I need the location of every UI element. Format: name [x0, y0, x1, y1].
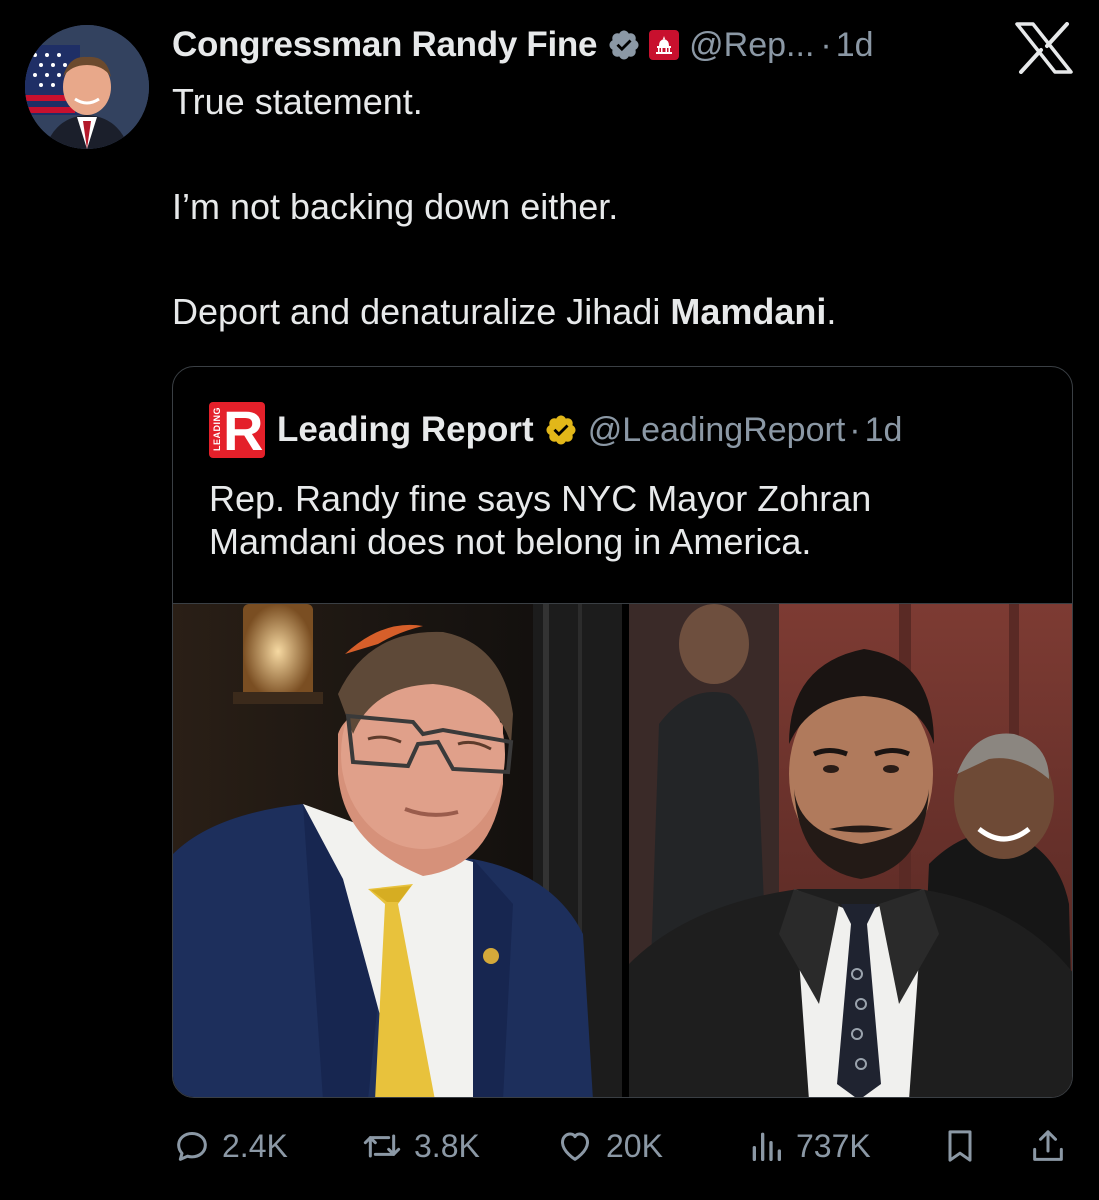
quoted-media-grid	[173, 603, 1072, 1097]
bookmark-button[interactable]	[940, 1118, 990, 1174]
quoted-tweet-card[interactable]: LEADING R Leading Report @LeadingReport …	[172, 366, 1073, 1098]
tweet-timestamp[interactable]: 1d	[836, 26, 874, 65]
meta-separator: ·	[849, 410, 861, 449]
logo-letter: R	[223, 402, 264, 458]
like-icon	[561, 1132, 589, 1161]
tweet-action-bar: 2.4K 3.8K 20K 737K	[172, 1118, 1073, 1174]
verified-badge-icon[interactable]	[607, 28, 641, 62]
repost-count: 3.8K	[414, 1127, 480, 1164]
logo-side-text: LEADING	[212, 407, 222, 451]
reply-icon	[177, 1132, 207, 1161]
views-button[interactable]: 737K	[746, 1118, 871, 1174]
bookmark-icon	[948, 1130, 972, 1162]
tweet-line-3: Deport and denaturalize Jihadi Mamdani.	[172, 290, 1052, 333]
reply-button[interactable]: 2.4K	[172, 1118, 288, 1174]
views-icon	[752, 1132, 781, 1161]
tweet-end-punct: .	[826, 291, 837, 332]
tweet-line-2: I’m not backing down either.	[172, 186, 619, 227]
author-avatar[interactable]	[25, 25, 149, 149]
repost-icon	[363, 1134, 401, 1158]
share-icon	[1033, 1130, 1063, 1161]
reply-count: 2.4K	[222, 1127, 288, 1164]
like-button[interactable]: 20K	[554, 1118, 663, 1174]
repost-button[interactable]: 3.8K	[360, 1118, 480, 1174]
quoted-timestamp[interactable]: 1d	[865, 411, 903, 450]
views-count: 737K	[796, 1127, 871, 1164]
meta-separator: ·	[820, 25, 832, 64]
verified-badge-icon[interactable]	[544, 413, 578, 447]
like-count: 20K	[606, 1127, 663, 1164]
share-button[interactable]	[1028, 1118, 1078, 1174]
author-display-name[interactable]: Congressman Randy Fine	[172, 25, 597, 65]
photo-man-beard-dark-suit[interactable]	[629, 604, 1072, 1097]
photo-divider	[622, 604, 629, 1097]
quoted-display-name[interactable]: Leading Report	[277, 410, 534, 450]
quoted-tweet-header: LEADING R Leading Report @LeadingReport …	[209, 402, 903, 458]
x-logo-icon[interactable]	[1015, 22, 1073, 74]
tweet-bold-word: Mamdani	[670, 291, 827, 332]
quoted-tweet-text: Rep. Randy fine says NYC Mayor Zohran Ma…	[209, 478, 872, 562]
photo-man-glasses-yellow-tie[interactable]	[173, 604, 622, 1097]
author-handle[interactable]: @Rep...	[689, 26, 814, 65]
tweet-line-3-text: Deport and denaturalize Jihadi	[172, 291, 671, 332]
tweet-text: True statement. I’m not backing down eit…	[172, 80, 1052, 333]
leading-report-logo-icon[interactable]: LEADING R	[209, 402, 265, 458]
quoted-handle[interactable]: @LeadingReport	[588, 411, 846, 450]
tweet-line-1: True statement.	[172, 81, 423, 122]
tweet-header: Congressman Randy Fine @Rep... · 1d	[172, 20, 874, 70]
government-badge-icon	[649, 30, 680, 60]
